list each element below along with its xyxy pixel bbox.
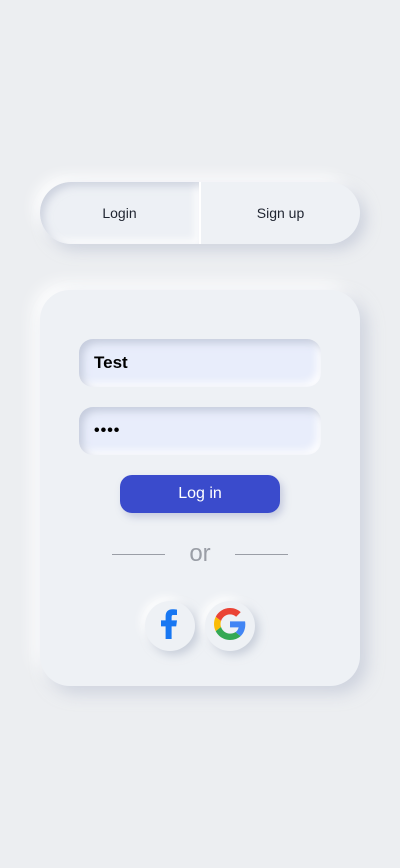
tab-signup-label: Sign up bbox=[256, 205, 305, 221]
auth-mode-toggle: Login Sign up bbox=[40, 182, 360, 244]
login-button[interactable]: Log in bbox=[120, 475, 280, 513]
facebook-icon bbox=[161, 608, 179, 644]
divider-line-left bbox=[112, 554, 165, 555]
tab-login-label: Login bbox=[102, 205, 137, 221]
password-value: •••• bbox=[94, 422, 121, 439]
username-field[interactable]: Test bbox=[79, 339, 321, 387]
username-value: Test bbox=[94, 353, 128, 372]
login-button-label: Log in bbox=[178, 485, 222, 502]
password-field[interactable]: •••• bbox=[79, 407, 321, 455]
divider-line-right bbox=[235, 554, 288, 555]
or-divider-text: or bbox=[189, 540, 211, 567]
tab-signup[interactable]: Sign up bbox=[199, 182, 360, 244]
google-login-button[interactable] bbox=[205, 601, 255, 651]
login-card: Test •••• Log in or bbox=[40, 290, 360, 686]
tab-login[interactable]: Login bbox=[40, 182, 199, 244]
facebook-login-button[interactable] bbox=[145, 601, 195, 651]
google-icon bbox=[214, 607, 246, 645]
